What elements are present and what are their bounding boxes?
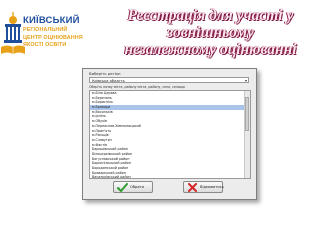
cancel-button-label: Відмовитись xyxy=(200,185,224,189)
checkmark-icon xyxy=(117,183,128,192)
scrollbar-thumb[interactable] xyxy=(245,97,249,131)
page-title-line: зовнішньому xyxy=(167,24,254,41)
logo-subtitle-line: ЯКОСТІ ОСВІТИ xyxy=(23,42,67,49)
logo-subtitle-line: РЕГІОНАЛЬНИЙ xyxy=(23,27,68,33)
region-dropdown-value: Київська область xyxy=(92,79,125,83)
chevron-down-icon[interactable]: ▾ xyxy=(245,78,247,84)
logo-subtitle-line: ЦЕНТР ОЦІНЮВАННЯ xyxy=(23,34,83,41)
page-title-line: незалежному оцінюванні xyxy=(124,41,297,58)
region-select-dialog: Виберіть регіон Київська область ▾ Обері… xyxy=(82,68,257,200)
locality-list[interactable]: м.Біла Церква м.Березань м.Бориспіль м.Бров… xyxy=(89,90,251,179)
ok-button[interactable]: Обрати xyxy=(113,181,153,193)
list-scrollbar[interactable] xyxy=(244,91,250,178)
dialog-hint: Оберіть назву міста, району міста, район… xyxy=(89,85,185,89)
logo-title: КИЇВСЬКИЙ xyxy=(23,15,80,26)
page-title: Реєстрація для участі у зовнішньому неза… xyxy=(101,7,320,58)
logo: КИЇВСЬКИЙ РЕГІОНАЛЬНИЙ ЦЕНТР ОЦІНЮВАННЯ … xyxy=(0,0,102,68)
dialog-header: Виберіть регіон xyxy=(89,71,121,76)
list-item[interactable]: Васильківський район xyxy=(90,175,250,178)
close-icon xyxy=(188,183,197,192)
ok-button-label: Обрати xyxy=(130,185,144,189)
page-title-line: Реєстрація для участі у xyxy=(127,7,294,24)
region-dropdown[interactable]: Київська область ▾ xyxy=(89,77,249,83)
cancel-button[interactable]: Відмовитись xyxy=(183,181,224,193)
